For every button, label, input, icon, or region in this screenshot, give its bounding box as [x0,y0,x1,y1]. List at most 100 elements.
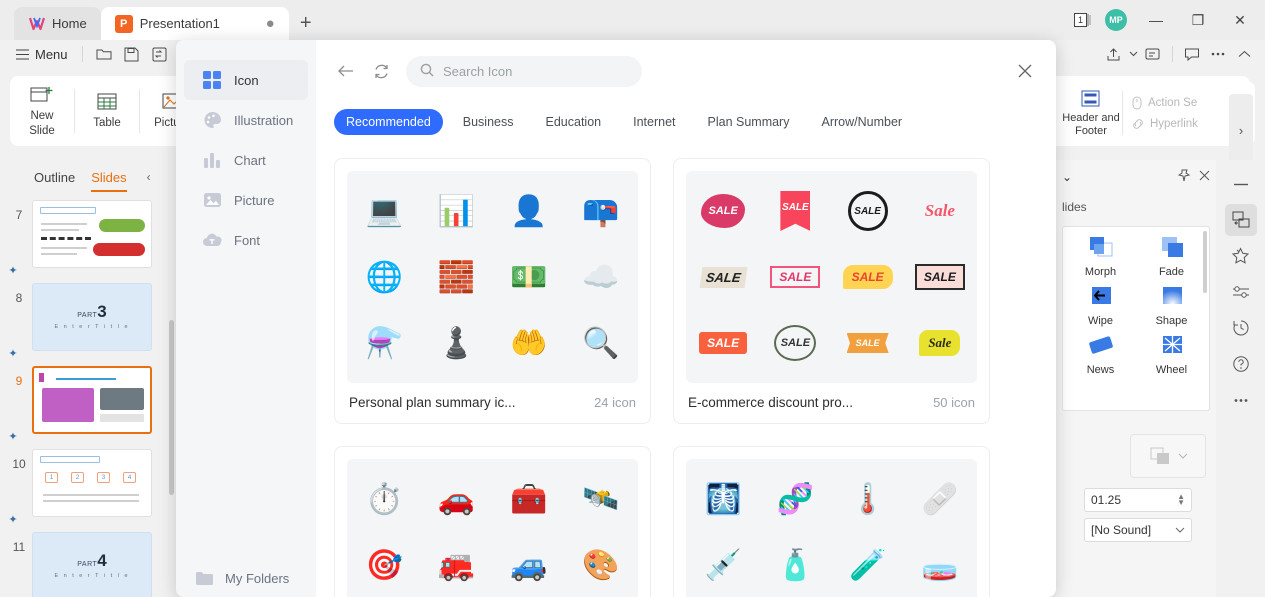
pack-icon[interactable]: 🚗 [423,469,489,529]
slide-preview[interactable]: 1 2 3 4 [32,449,152,517]
library-nav-picture[interactable]: Picture [184,180,308,220]
open-folder-icon[interactable] [91,42,117,66]
pack-icon[interactable]: 🧬 [762,469,828,529]
tab-outline[interactable]: Outline [34,170,75,185]
pack-icon[interactable]: Sale [907,181,973,241]
category-recommended[interactable]: Recommended [334,109,443,135]
pack-icon[interactable]: 💻 [351,181,417,241]
refresh-icon[interactable] [370,60,392,82]
pack-icon[interactable]: 📪 [568,181,634,241]
ribbon-expand-button[interactable]: › [1229,94,1253,166]
pack-icon[interactable]: SALE [690,313,756,373]
pack-icon[interactable]: 🚒 [423,535,489,595]
icon-pack-card[interactable]: 💻 📊 👤 📪 🌐 🧱 💵 ☁️ ⚗️ ♟️ 🤲 🔍 Personal plan… [334,158,651,424]
pack-icon[interactable]: 🧴 [762,535,828,595]
icon-pack-card[interactable]: SALE SALE SALE Sale SALE SALE SALE SALE … [673,158,990,424]
pack-icon[interactable]: 🎯 [351,535,417,595]
pack-icon[interactable]: 🧫 [907,535,973,595]
slide-thumbnail-item[interactable]: 9 [0,360,176,434]
transition-wipe[interactable]: Wipe [1067,282,1134,327]
transition-shape[interactable]: Shape [1138,282,1205,327]
pack-icon[interactable]: 🎨 [568,535,634,595]
transition-wheel[interactable]: Wheel [1138,331,1205,376]
slide-preview[interactable]: PART4 E n t e r T i t l e [32,532,152,597]
slide-preview-selected[interactable] [32,366,152,434]
sound-select[interactable]: [No Sound] [1084,518,1192,542]
pack-icon[interactable]: SALE [762,313,828,373]
pin-icon[interactable] [1177,169,1191,185]
pack-icon[interactable]: SALE [907,247,973,307]
settings-sliders-icon[interactable] [1225,276,1257,308]
library-nav-chart[interactable]: Chart [184,140,308,180]
duration-field[interactable]: 01.25 ▲ ▼ [1084,488,1192,512]
pack-icon[interactable]: 📊 [423,181,489,241]
slide-thumbnail-item[interactable]: 11 PART4 E n t e r T i t l e [0,526,176,597]
effect-options-button[interactable] [1130,434,1206,478]
share-icon[interactable] [1100,42,1126,66]
pack-icon[interactable]: 🌡️ [835,469,901,529]
pack-icon[interactable]: 🧪 [835,535,901,595]
animation-star-icon[interactable] [1225,240,1257,272]
icon-pack-list[interactable]: 💻 📊 👤 📪 🌐 🧱 💵 ☁️ ⚗️ ♟️ 🤲 🔍 Personal plan… [316,158,1056,597]
transition-gallery-scrollbar[interactable] [1203,231,1207,293]
pack-icon[interactable]: SALE [690,247,756,307]
pack-icon[interactable]: Sale [907,313,973,373]
pack-icon[interactable]: 🩻 [690,469,756,529]
comment-icon[interactable] [1179,42,1205,66]
tab-slides[interactable]: Slides [91,170,128,192]
library-nav-icon[interactable]: Icon [184,60,308,100]
slide-panel-scrollbar[interactable] [169,320,174,495]
window-restore-button[interactable]: ❐ [1177,0,1219,40]
ribbon-hyperlink[interactable]: Hyperlink [1131,117,1198,131]
pack-icon[interactable]: 🧰 [496,469,562,529]
window-close-button[interactable]: ✕ [1219,0,1261,40]
history-clock-icon[interactable] [1225,312,1257,344]
pack-icon[interactable]: SALE [762,247,828,307]
slide-thumbnail-list[interactable]: 7 ✦ 8 PART3 E n t e r T i t l e ✦ 9 ✦ 10… [0,194,176,597]
save-icon[interactable] [119,42,145,66]
pack-icon[interactable]: ⏱️ [351,469,417,529]
slide-thumbnail-item[interactable]: 10 1 2 3 4 [0,443,176,517]
library-nav-font[interactable]: Font [184,220,308,260]
pack-icon[interactable]: 🩹 [907,469,973,529]
close-dialog-button[interactable] [1012,58,1038,84]
duration-stepper[interactable]: ▲ ▼ [1177,493,1185,507]
slide-thumbnail-item[interactable]: 7 [0,194,176,268]
tab-home[interactable]: Home [14,7,101,40]
help-question-icon[interactable] [1225,348,1257,380]
ribbon-action-settings[interactable]: Action Se [1131,96,1198,110]
back-arrow-icon[interactable] [334,60,356,82]
avatar[interactable]: MP [1105,9,1127,31]
pack-icon[interactable]: 👤 [496,181,562,241]
icon-pack-card[interactable]: 🩻 🧬 🌡️ 🩹 💉 🧴 🧪 🧫 [673,446,990,597]
search-input[interactable]: Search Icon [406,55,642,87]
minimize-pane-icon[interactable] [1225,168,1257,200]
category-education[interactable]: Education [534,109,614,135]
menu-button[interactable]: Menu [10,47,74,62]
save-as-icon[interactable] [147,42,173,66]
category-business[interactable]: Business [451,109,526,135]
ribbon-header-footer[interactable]: Header and Footer [1060,88,1122,138]
pack-icon[interactable]: SALE [835,181,901,241]
pack-icon[interactable]: SALE [835,247,901,307]
slide-preview[interactable] [32,200,152,268]
transition-fade[interactable]: Fade [1138,233,1205,278]
chevron-down-icon[interactable] [1126,42,1140,66]
pack-icon[interactable]: SALE [762,181,828,241]
icon-pack-card[interactable]: ⏱️ 🚗 🧰 🛰️ 🎯 🚒 🚙 🎨 [334,446,651,597]
transition-gallery[interactable]: Morph Fade Wipe Shape News Wheel [1062,226,1210,411]
category-plan-summary[interactable]: Plan Summary [696,109,802,135]
pack-icon[interactable]: 🤲 [496,313,562,373]
pack-icon[interactable]: 💵 [496,247,562,307]
pack-icon[interactable]: 🛰️ [568,469,634,529]
new-tab-button[interactable]: + [289,7,323,40]
pack-icon[interactable]: 🚙 [496,535,562,595]
pack-icon[interactable]: 🧱 [423,247,489,307]
collapse-ribbon-icon[interactable] [1231,42,1257,66]
transition-morph[interactable]: Morph [1067,233,1134,278]
pack-icon[interactable]: 🔍 [568,313,634,373]
close-pane-icon[interactable] [1199,170,1210,184]
pane-caret-icon[interactable]: ⌄ [1062,170,1072,184]
slide-transition-icon[interactable] [1224,204,1257,236]
slide-thumbnail-item[interactable]: 8 PART3 E n t e r T i t l e [0,277,176,351]
